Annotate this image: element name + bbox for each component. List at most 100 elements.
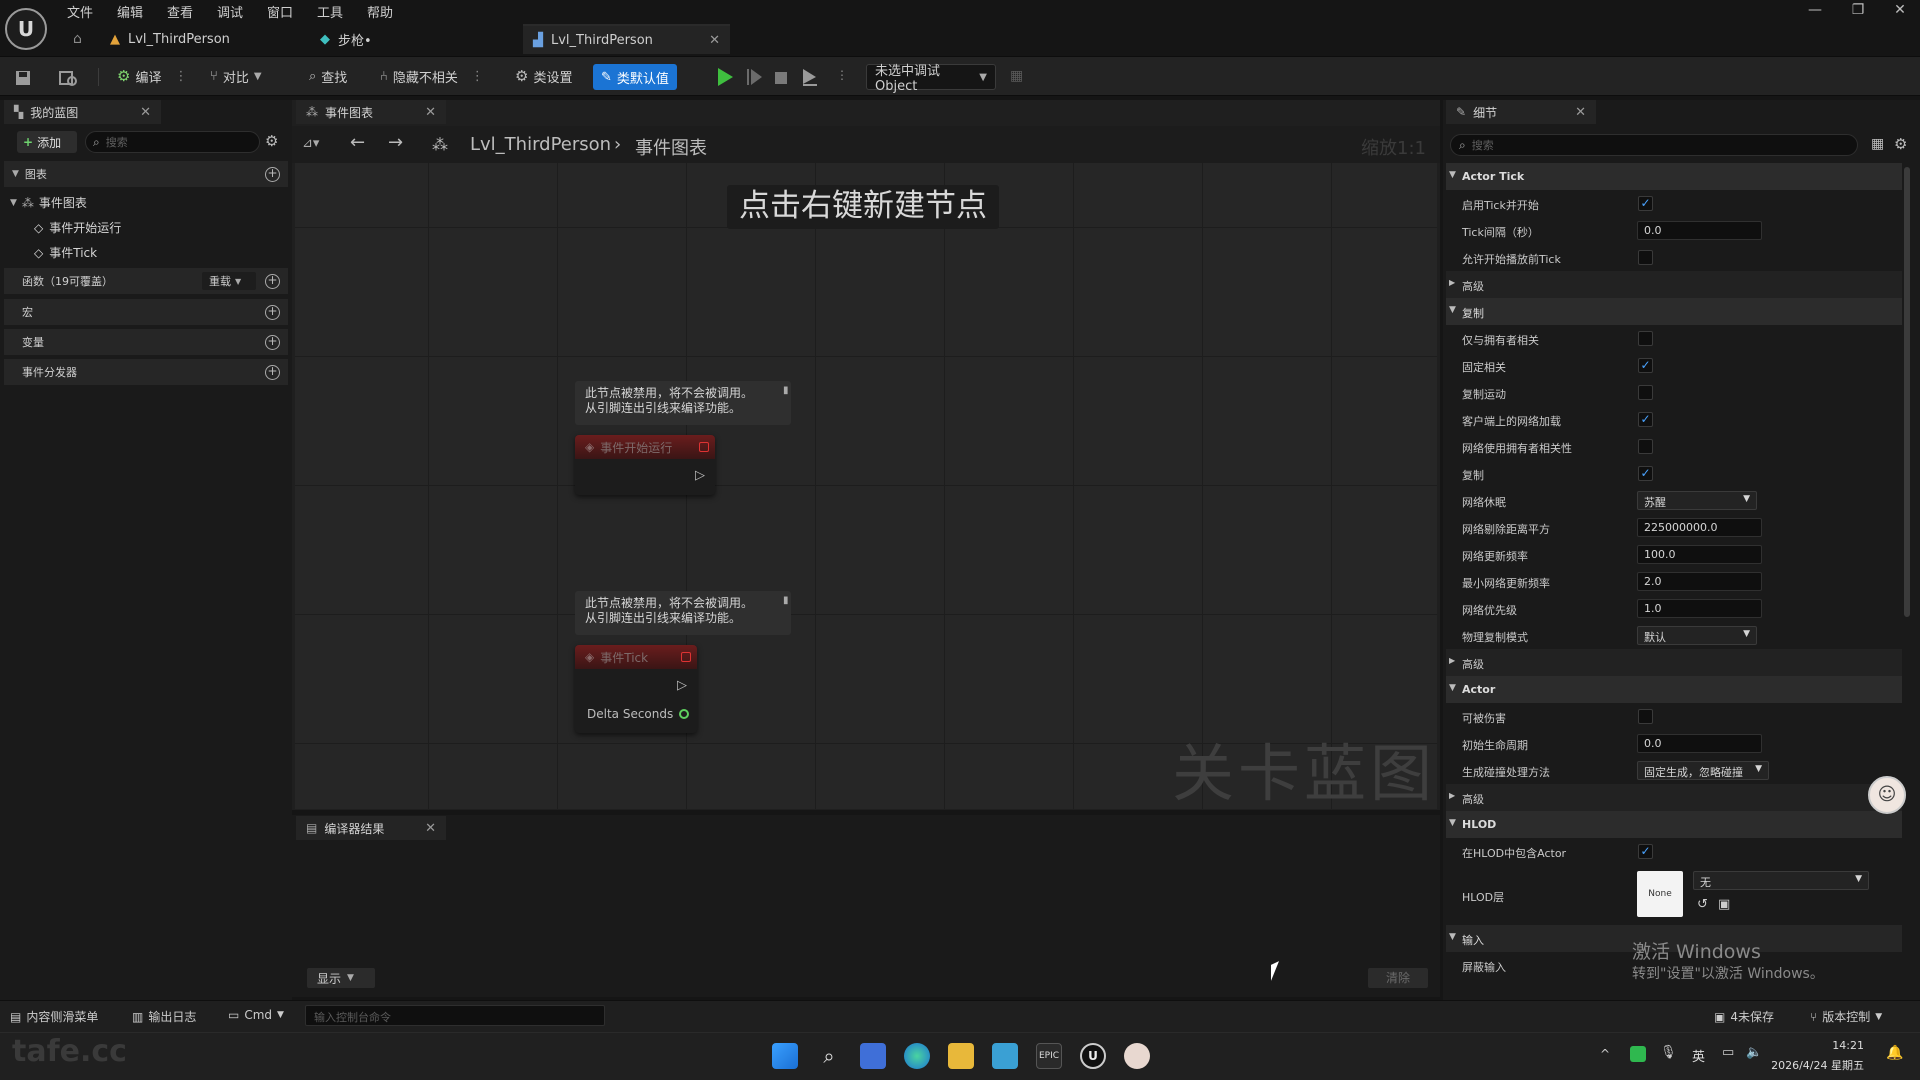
search-input[interactable]: ⌕ 搜索 [85,131,260,153]
tab-compiler-results[interactable]: ▤ 编译器结果 ✕ [296,816,446,840]
settings-gear-icon[interactable]: ⚙ [1894,135,1907,153]
close-tab-icon[interactable]: ✕ [1575,105,1586,120]
play-button[interactable] [716,65,734,89]
delta-seconds-pin[interactable]: Delta Seconds [587,707,690,721]
dispatchers-section[interactable]: 事件分发器 + [4,359,288,385]
unreal-logo-icon[interactable]: U [5,8,47,50]
spawn-collision-select[interactable]: 固定生成，忽略碰撞 ▼ [1637,761,1769,780]
checkbox-unchecked[interactable] [1638,331,1653,346]
search-icon[interactable]: ⌕ [816,1043,842,1069]
category-hlod[interactable]: ▼ HLOD [1446,811,1902,838]
net-update-freq-field[interactable]: 100.0 [1637,545,1762,564]
microphone-icon[interactable]: 🎙 [1660,1045,1677,1060]
file-explorer-icon[interactable] [948,1043,974,1069]
use-selected-icon[interactable]: ↺ [1697,897,1708,912]
unreal-engine-icon[interactable]: U [1080,1043,1106,1069]
menu-debug[interactable]: 调试 [217,2,243,21]
graph-canvas[interactable]: 点击右键新建节点 关卡蓝图 此节点被禁用，将不会被调用。 从引脚连出引线来编译功… [295,163,1437,809]
delegate-pin-icon[interactable] [681,652,691,662]
tree-item-event-graph[interactable]: ▼ ⁂ 事件图表 [10,194,87,211]
menu-help[interactable]: 帮助 [367,2,393,21]
breadcrumb-root[interactable]: Lvl_ThirdPerson [470,134,611,155]
menu-tools[interactable]: 工具 [317,2,343,21]
restore-icon[interactable]: ❐ [1843,2,1873,22]
more-icon[interactable]: ⋮ [471,69,484,84]
avatar-app-icon[interactable] [1124,1043,1150,1069]
node-event-tick[interactable]: ◈ 事件Tick ▷ Delta Seconds [575,645,697,733]
checkbox-unchecked[interactable] [1638,250,1653,265]
checkbox-checked[interactable]: ✓ [1638,466,1653,481]
min-net-update-freq-field[interactable]: 2.0 [1637,572,1762,591]
eject-icon[interactable] [800,65,820,89]
tab-event-graph[interactable]: ⁂ 事件图表 ✕ [296,100,446,124]
advanced-row[interactable]: ▶ 高级 [1446,784,1902,811]
add-button[interactable]: + 添加 [17,131,77,153]
output-log-button[interactable]: ▥ 输出日志 [132,1008,196,1025]
clock-time[interactable]: 14:21 [1812,1039,1864,1052]
menu-view[interactable]: 查看 [167,2,193,21]
pin-icon[interactable]: ▮ [783,595,789,606]
back-arrow-icon[interactable]: ← [350,132,365,153]
hlod-layer-select[interactable]: 无 ▼ [1693,871,1869,890]
hlod-thumbnail[interactable]: None [1637,871,1683,917]
minimize-icon[interactable]: — [1800,2,1830,22]
cmd-dropdown[interactable]: ▭ Cmd ▼ [228,1008,284,1022]
debug-filter-icon[interactable]: ▦ [1010,68,1023,84]
settings-gear-icon[interactable]: ⚙ [265,132,278,150]
browse-icon[interactable] [58,66,78,90]
net-cull-dist-field[interactable]: 225000000.0 [1637,518,1762,537]
browse-asset-icon[interactable]: ▣ [1718,897,1730,912]
table-view-icon[interactable]: ▦ [1871,136,1884,152]
close-tab-icon[interactable]: ✕ [425,105,436,120]
save-icon[interactable] [14,66,32,90]
network-icon[interactable]: ▭ [1722,1045,1734,1060]
menu-file[interactable]: 文件 [67,2,93,21]
notification-bell-icon[interactable]: 🔔 [1886,1045,1903,1061]
class-settings-button[interactable]: ⚙ 类设置 [515,64,572,88]
tray-chevron-icon[interactable]: ^ [1600,1047,1610,1061]
add-graph-icon[interactable]: + [265,166,280,182]
category-actor[interactable]: ▼ Actor [1446,676,1902,703]
close-tab-icon[interactable]: ✕ [709,33,720,48]
bookmark-icon[interactable]: ⊿▾ [302,136,319,151]
show-dropdown[interactable]: 显示 ▼ [307,968,375,988]
doc-tab-level-blueprint[interactable]: ▟ Lvl_ThirdPerson ✕ [523,24,730,54]
windows-start-icon[interactable] [772,1043,798,1069]
clear-button[interactable]: 清除 [1368,968,1428,988]
breadcrumb-leaf[interactable]: 事件图表 [635,134,707,160]
macros-section[interactable]: 宏 + [4,299,288,325]
add-dispatcher-icon[interactable]: + [265,364,280,380]
app-icon[interactable] [860,1043,886,1069]
initial-lifespan-field[interactable]: 0.0 [1637,734,1762,753]
add-macro-icon[interactable]: + [265,304,280,320]
category-actor-tick[interactable]: ▼ Actor Tick [1446,163,1902,190]
checkbox-checked[interactable]: ✓ [1638,358,1653,373]
details-scrollbar[interactable] [1904,167,1910,617]
tab-details[interactable]: ✎ 细节 ✕ [1446,100,1596,124]
hide-unrelated-button[interactable]: ⑃ 隐藏不相关 ⋮ [380,64,484,88]
checkbox-unchecked[interactable] [1638,385,1653,400]
doc-tab-rifle[interactable]: ◆ 步枪• [310,24,382,54]
close-window-icon[interactable]: ✕ [1885,2,1915,22]
step-icon[interactable] [745,65,763,89]
delegate-pin-icon[interactable] [699,442,709,452]
assistant-avatar[interactable]: ☺ [1868,776,1906,814]
find-button[interactable]: ⌕ 查找 [309,64,347,88]
category-replication[interactable]: ▼ 复制 [1446,298,1902,325]
unsaved-button[interactable]: ▣ 4未保存 [1714,1008,1774,1025]
class-defaults-button[interactable]: ✎ 类默认值 [593,64,677,90]
stop-icon[interactable] [773,66,789,90]
advanced-row[interactable]: ▶ 高级 [1446,271,1902,298]
graphs-section[interactable]: ▼ 图表 + [4,161,288,187]
menu-window[interactable]: 窗口 [267,2,293,21]
variables-section[interactable]: 变量 + [4,329,288,355]
console-command-input[interactable]: 输入控制台命令 [305,1005,605,1026]
close-tab-icon[interactable]: ✕ [140,105,151,120]
content-drawer-button[interactable]: ▤ 内容侧滑菜单 [10,1008,98,1025]
checkbox-checked[interactable]: ✓ [1638,844,1653,859]
ime-indicator[interactable]: 英 [1692,1046,1705,1065]
source-control-button[interactable]: ⑂ 版本控制 ▼ [1810,1008,1882,1025]
tree-item-event-tick[interactable]: ◇ 事件Tick [34,244,97,261]
more-icon[interactable]: ⋮ [836,68,848,82]
edge-browser-icon[interactable] [904,1043,930,1069]
